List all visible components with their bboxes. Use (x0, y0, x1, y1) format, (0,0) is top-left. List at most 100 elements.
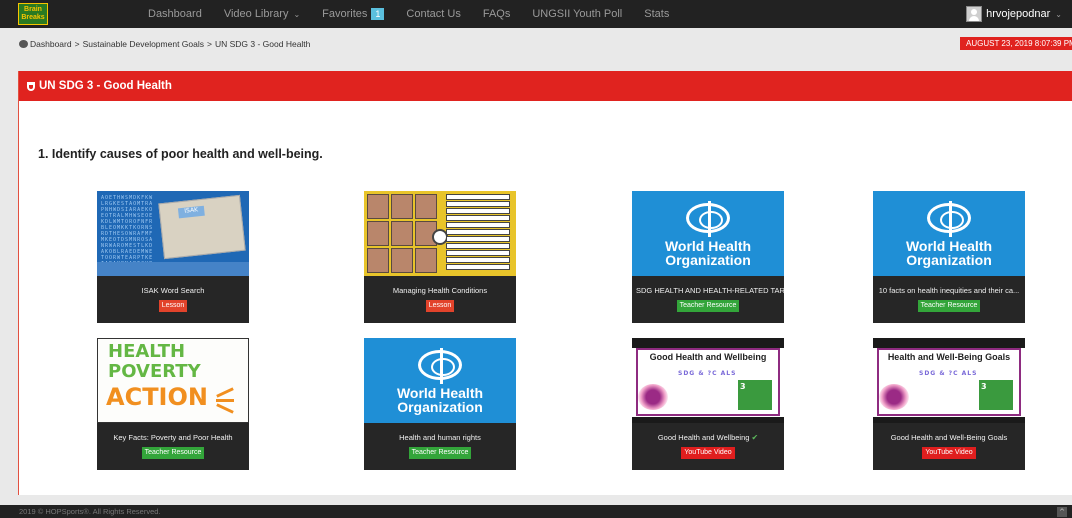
nav-contact-us-label: Contact Us (406, 8, 461, 20)
photo-grid-graphic (367, 194, 437, 273)
thumbnail-image (364, 191, 516, 276)
breadcrumb-sdg[interactable]: Sustainable Development Goals (83, 39, 204, 49)
date-time-text: AUGUST 23, 2019 8:07:39 PM (966, 39, 1072, 48)
hpa-text-poverty: POVERTY (108, 361, 201, 382)
thumbnail-image: Health and Well-Being Goals SDG & ?C ALS… (873, 338, 1025, 423)
username: hrvojepodnar (986, 8, 1051, 20)
user-menu[interactable]: hrvojepodnar ⌄ (966, 0, 1062, 28)
breadcrumb: Dashboard > Sustainable Development Goal… (19, 39, 310, 49)
avatar (966, 6, 983, 22)
logo-text-bottom: Breaks (21, 14, 45, 21)
clipboard-graphic: ISAK (158, 194, 246, 260)
nav-video-library[interactable]: Video Library ⌄ (224, 8, 300, 20)
breadcrumb-dashboard[interactable]: Dashboard (30, 39, 72, 49)
checkmark-icon: ✔ (751, 433, 759, 442)
nav-video-library-label: Video Library (223, 8, 289, 20)
resource-card-wellbeing-goals[interactable]: Health and Well-Being Goals SDG & ?C ALS… (873, 338, 1025, 470)
who-text-line2: Organization (397, 399, 483, 415)
nav-faqs[interactable]: FAQs (483, 8, 511, 20)
thumbnail-image: World Health Organization (632, 191, 784, 276)
thumbnail-floor (97, 262, 249, 276)
resource-card-good-health-wellbeing[interactable]: Good Health and Wellbeing SDG & ?C ALS 3… (632, 338, 784, 470)
isak-label: ISAK (177, 205, 205, 219)
card-title: 10 facts on health inequities and their … (878, 286, 1020, 295)
resource-card-health-inequities[interactable]: World Health Organization 10 facts on he… (873, 191, 1025, 323)
copyright-text: 2019 © HOPSports®. All Rights Reserved. (19, 507, 161, 516)
chevron-down-icon: ⌄ (1055, 9, 1062, 19)
card-title: ISAK Word Search (141, 286, 205, 295)
thumbnail-image: World Health Organization (364, 338, 516, 423)
breadcrumb-current: UN SDG 3 - Good Health (214, 39, 311, 49)
card-tag: YouTube Video (681, 447, 735, 459)
hand-icon (879, 384, 909, 410)
who-text-line1: World Health (396, 385, 484, 401)
thumbnail-image: AOETHWSMDKFKW LRGKESTAOMTRA PNHWDSIARAEK… (97, 191, 249, 276)
sdg3-icon: 3 (979, 380, 1013, 410)
resource-card-sdg-health-targets[interactable]: World Health Organization SDG HEALTH AND… (632, 191, 784, 323)
sdg3-icon: 3 (738, 380, 772, 410)
breadcrumb-bar: Dashboard > Sustainable Development Goal… (0, 28, 1072, 52)
who-emblem-icon (927, 201, 971, 237)
card-tag: Teacher Resource (676, 300, 740, 312)
video-bar (632, 338, 784, 348)
hand-icon (638, 384, 668, 410)
who-emblem-icon (686, 201, 730, 237)
card-title: SDG HEALTH AND HEALTH-RELATED TAR... (636, 286, 784, 295)
resource-card-isak-word-search[interactable]: AOETHWSMDKFKW LRGKESTAOMTRA PNHWDSIARAEK… (97, 191, 249, 323)
who-emblem-icon (418, 348, 462, 384)
video-thumbnail-subtitle: SDG & ?C ALS (919, 370, 978, 377)
hpa-text-health: HEALTH (108, 341, 186, 362)
video-thumbnail-subtitle: SDG & ?C ALS (678, 370, 737, 377)
nav-contact-us[interactable]: Contact Us (406, 8, 460, 20)
nav-stats[interactable]: Stats (644, 8, 669, 20)
top-navbar: Brain Breaks Dashboard Video Library ⌄ Fa… (0, 0, 1072, 28)
card-tag: Lesson (158, 300, 188, 312)
card-title: Key Facts: Poverty and Poor Health (113, 433, 233, 442)
nav-favorites-label: Favorites (322, 8, 368, 20)
who-text-line2: Organization (906, 252, 992, 268)
nav-youth-poll[interactable]: UNGSII Youth Poll (532, 8, 622, 20)
video-thumbnail-title: Good Health and Wellbeing (649, 352, 767, 362)
logo-text-top: Brain (24, 6, 42, 13)
card-title: Health and human rights (399, 433, 481, 442)
sdg-number: 3 (981, 382, 987, 391)
chevron-down-icon: ⌄ (293, 9, 301, 19)
resource-card-health-human-rights[interactable]: World Health Organization Health and hum… (364, 338, 516, 470)
card-title-row: Good Health and Wellbeing ✔ (632, 433, 784, 442)
nav-favorites[interactable]: Favorites 1 (322, 8, 385, 20)
nav-faqs-label: FAQs (482, 8, 511, 20)
panel-header: UN SDG 3 - Good Health (19, 71, 1072, 101)
sdg-number: 3 (740, 382, 746, 391)
video-bar (873, 417, 1025, 423)
footer: 2019 © HOPSports®. All Rights Reserved. … (0, 505, 1072, 518)
nav-youth-poll-label: UNGSII Youth Poll (532, 8, 623, 20)
trophy-icon (27, 81, 35, 91)
date-time-badge: AUGUST 23, 2019 8:07:39 PM (960, 37, 1072, 50)
thumbnail-image: Good Health and Wellbeing SDG & ?C ALS 3 (632, 338, 784, 423)
card-tag: Teacher Resource (917, 300, 981, 312)
breadcrumb-separator: > (207, 39, 212, 49)
nav-stats-label: Stats (644, 8, 670, 20)
who-text-line1: World Health (905, 238, 993, 254)
card-title: Good Health and Well-Being Goals (890, 433, 1008, 442)
resource-card-poverty-health[interactable]: HEALTH POVERTY ACTION Key Facts: Poverty… (97, 338, 249, 470)
resource-card-managing-health[interactable]: Managing Health Conditions Lesson (364, 191, 516, 323)
condition-list-graphic (446, 194, 510, 270)
card-title: Managing Health Conditions (392, 286, 488, 295)
card-tag: YouTube Video (922, 447, 976, 459)
hpa-text-action: ACTION (106, 383, 208, 411)
video-bar (873, 338, 1025, 348)
card-tag: Teacher Resource (408, 447, 472, 459)
brain-breaks-logo[interactable]: Brain Breaks (18, 3, 48, 25)
scroll-to-top-icon[interactable]: ^ (1057, 507, 1067, 517)
breadcrumb-separator: > (74, 39, 80, 49)
nav-dashboard[interactable]: Dashboard (148, 8, 202, 20)
page-title: UN SDG 3 - Good Health (39, 80, 172, 92)
video-thumbnail-title: Health and Well-Being Goals (887, 352, 1011, 362)
who-text-line2: Organization (665, 252, 751, 268)
card-tag: Lesson (425, 300, 455, 312)
section-title: 1. Identify causes of poor health and we… (38, 147, 323, 161)
nav-dashboard-label: Dashboard (148, 8, 202, 20)
nav-menu: Dashboard Video Library ⌄ Favorites 1 Cont… (148, 0, 691, 28)
dashboard-icon (19, 40, 28, 48)
